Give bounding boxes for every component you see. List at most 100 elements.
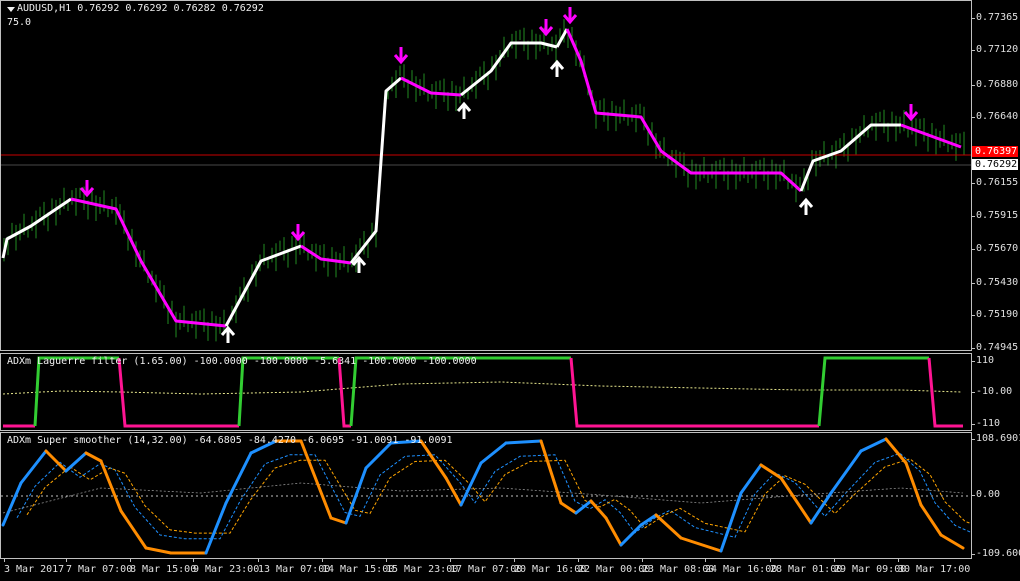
laguerre-line-segment xyxy=(237,356,339,427)
smoother-main-segment xyxy=(479,441,508,465)
signal-line-segment xyxy=(460,41,558,97)
smoother-main-segment xyxy=(204,501,228,555)
price-chart-canvas xyxy=(1,7,971,343)
down-arrow-icon xyxy=(903,104,919,122)
price-axis[interactable]: 0.77365 0.77120 0.76880 0.76640 0.76155 … xyxy=(971,0,1020,353)
super-smoother-title: ADXm Super smoother (14,32.00) -64.6805 … xyxy=(7,435,453,446)
price-tick: 0.76880 xyxy=(971,79,1019,90)
super-smoother-indicator-pane[interactable]: ADXm Super smoother (14,32.00) -64.6805 … xyxy=(0,432,972,559)
smoother-main-segment xyxy=(679,536,723,553)
time-tick: 3 Mar 2017 xyxy=(4,559,65,575)
super-smoother-tick: 108.6901 xyxy=(971,434,1020,444)
price-tick: 0.76155 xyxy=(971,177,1019,188)
time-tick: 15 Mar 23:00 xyxy=(386,559,459,575)
laguerre-axis: 110 -10.00 -110 xyxy=(971,353,1020,431)
laguerre-indicator-pane[interactable]: ADXm Laguerre filter (1.65.00) -100.0000… xyxy=(0,353,972,431)
smoother-main-segment xyxy=(64,451,88,473)
smoother-main-segment xyxy=(859,437,888,453)
smoother-main-segment xyxy=(884,437,908,465)
time-tick: 7 Mar 07:00 xyxy=(66,559,133,575)
smoother-main-segment xyxy=(364,441,393,470)
triangle-down-icon[interactable] xyxy=(7,7,15,12)
down-arrow-icon xyxy=(562,7,578,25)
smoother-main-segment xyxy=(144,546,173,555)
time-tick: 9 Mar 23:00 xyxy=(193,559,260,575)
laguerre-line-segment xyxy=(117,357,239,428)
super-smoother-canvas xyxy=(1,437,971,555)
signal-line-segment xyxy=(1,197,72,259)
smoother-main-segment xyxy=(44,449,68,473)
smoother-main-segment xyxy=(299,439,333,520)
laguerre-line-segment xyxy=(349,356,571,427)
time-tick: 13 Mar 07:00 xyxy=(258,559,331,575)
signal-line-segment xyxy=(555,28,569,48)
time-tick: 22 Mar 00:00 xyxy=(578,559,651,575)
price-tick: 0.77120 xyxy=(971,44,1019,55)
up-arrow-icon xyxy=(798,197,814,215)
price-tick: 0.75915 xyxy=(971,210,1019,221)
up-arrow-icon xyxy=(549,59,565,77)
smoother-main-segment xyxy=(759,463,783,480)
smoother-main-segment xyxy=(639,513,658,527)
laguerre-line-segment xyxy=(817,356,929,427)
smoother-main-segment xyxy=(444,476,463,507)
down-arrow-icon xyxy=(79,180,95,198)
laguerre-tick: -10.00 xyxy=(971,386,1013,397)
price-tick: 0.75670 xyxy=(971,243,1019,254)
laguerre-tick: -110 xyxy=(971,418,1001,429)
price-chart-pane[interactable]: AUDUSD,H1 0.76292 0.76292 0.76282 0.7629… xyxy=(0,0,972,351)
up-arrow-icon xyxy=(456,101,472,119)
super-smoother-tick: -109.6005 xyxy=(971,549,1020,559)
smoother-main-segment xyxy=(719,491,743,553)
time-tick: 30 Mar 17:00 xyxy=(898,559,971,575)
symbol-info: AUDUSD,H1 0.76292 0.76292 0.76282 0.7629… xyxy=(17,3,264,14)
down-arrow-icon xyxy=(538,19,554,37)
smoother-main-segment xyxy=(829,449,863,495)
smoother-main-segment xyxy=(504,439,543,445)
time-tick: 17 Mar 07:00 xyxy=(450,559,523,575)
smoother-main-segment xyxy=(539,439,563,505)
time-tick: 14 Mar 15:00 xyxy=(322,559,395,575)
time-tick: 8 Mar 15:00 xyxy=(130,559,197,575)
smoother-main-segment xyxy=(919,503,943,537)
smoother-main-segment xyxy=(589,499,608,520)
smoother-main-segment xyxy=(419,439,448,480)
price-tick: 0.75190 xyxy=(971,309,1019,320)
super-smoother-axis: 108.6901 0.00 -109.6005 xyxy=(971,432,1020,559)
time-tick: 24 Mar 16:00 xyxy=(705,559,778,575)
time-tick: 20 Mar 16:00 xyxy=(514,559,587,575)
down-arrow-icon xyxy=(393,47,409,65)
time-tick: 29 Mar 09:00 xyxy=(834,559,907,575)
smoother-main-segment xyxy=(84,451,103,463)
smoother-main-segment xyxy=(604,516,623,547)
smoother-main-segment xyxy=(779,476,813,525)
smoother-main-segment xyxy=(739,463,763,495)
smoother-main-segment xyxy=(119,509,148,550)
laguerre-line-segment xyxy=(569,357,819,428)
red-level-label: 0.76397 xyxy=(972,146,1018,157)
smoother-main-segment xyxy=(809,491,833,525)
signal-line-segment xyxy=(565,28,803,193)
time-tick: 23 Mar 08:00 xyxy=(642,559,715,575)
smoother-main-segment xyxy=(559,501,578,515)
laguerre-tick: 110 xyxy=(971,355,995,366)
smoother-main-segment xyxy=(904,461,923,507)
laguerre-line-segment xyxy=(927,357,963,428)
laguerre-signal-line xyxy=(2,381,962,395)
time-axis[interactable]: 3 Mar 2017 7 Mar 07:00 8 Mar 15:00 9 Mar 23… xyxy=(0,559,972,581)
super-smoother-tick: 0.00 xyxy=(971,489,1001,500)
price-tick: 0.77365 xyxy=(971,12,1019,23)
smoother-main-segment xyxy=(19,449,48,485)
signal-line-segment xyxy=(70,197,227,328)
current-price-label: 0.76292 xyxy=(972,159,1018,170)
smoother-main-segment xyxy=(329,516,348,525)
smoother-main-segment xyxy=(654,513,683,540)
smoother-main-segment xyxy=(1,481,23,527)
laguerre-line-segment xyxy=(337,357,351,428)
price-tick: 0.74945 xyxy=(971,342,1019,353)
laguerre-title: ADXm Laguerre filter (1.65.00) -100.0000… xyxy=(7,356,477,367)
down-arrow-icon xyxy=(290,224,306,242)
price-tick: 0.76640 xyxy=(971,111,1019,122)
smoother-main-segment xyxy=(939,533,965,550)
chart-sub-label: 75.0 xyxy=(7,17,32,28)
